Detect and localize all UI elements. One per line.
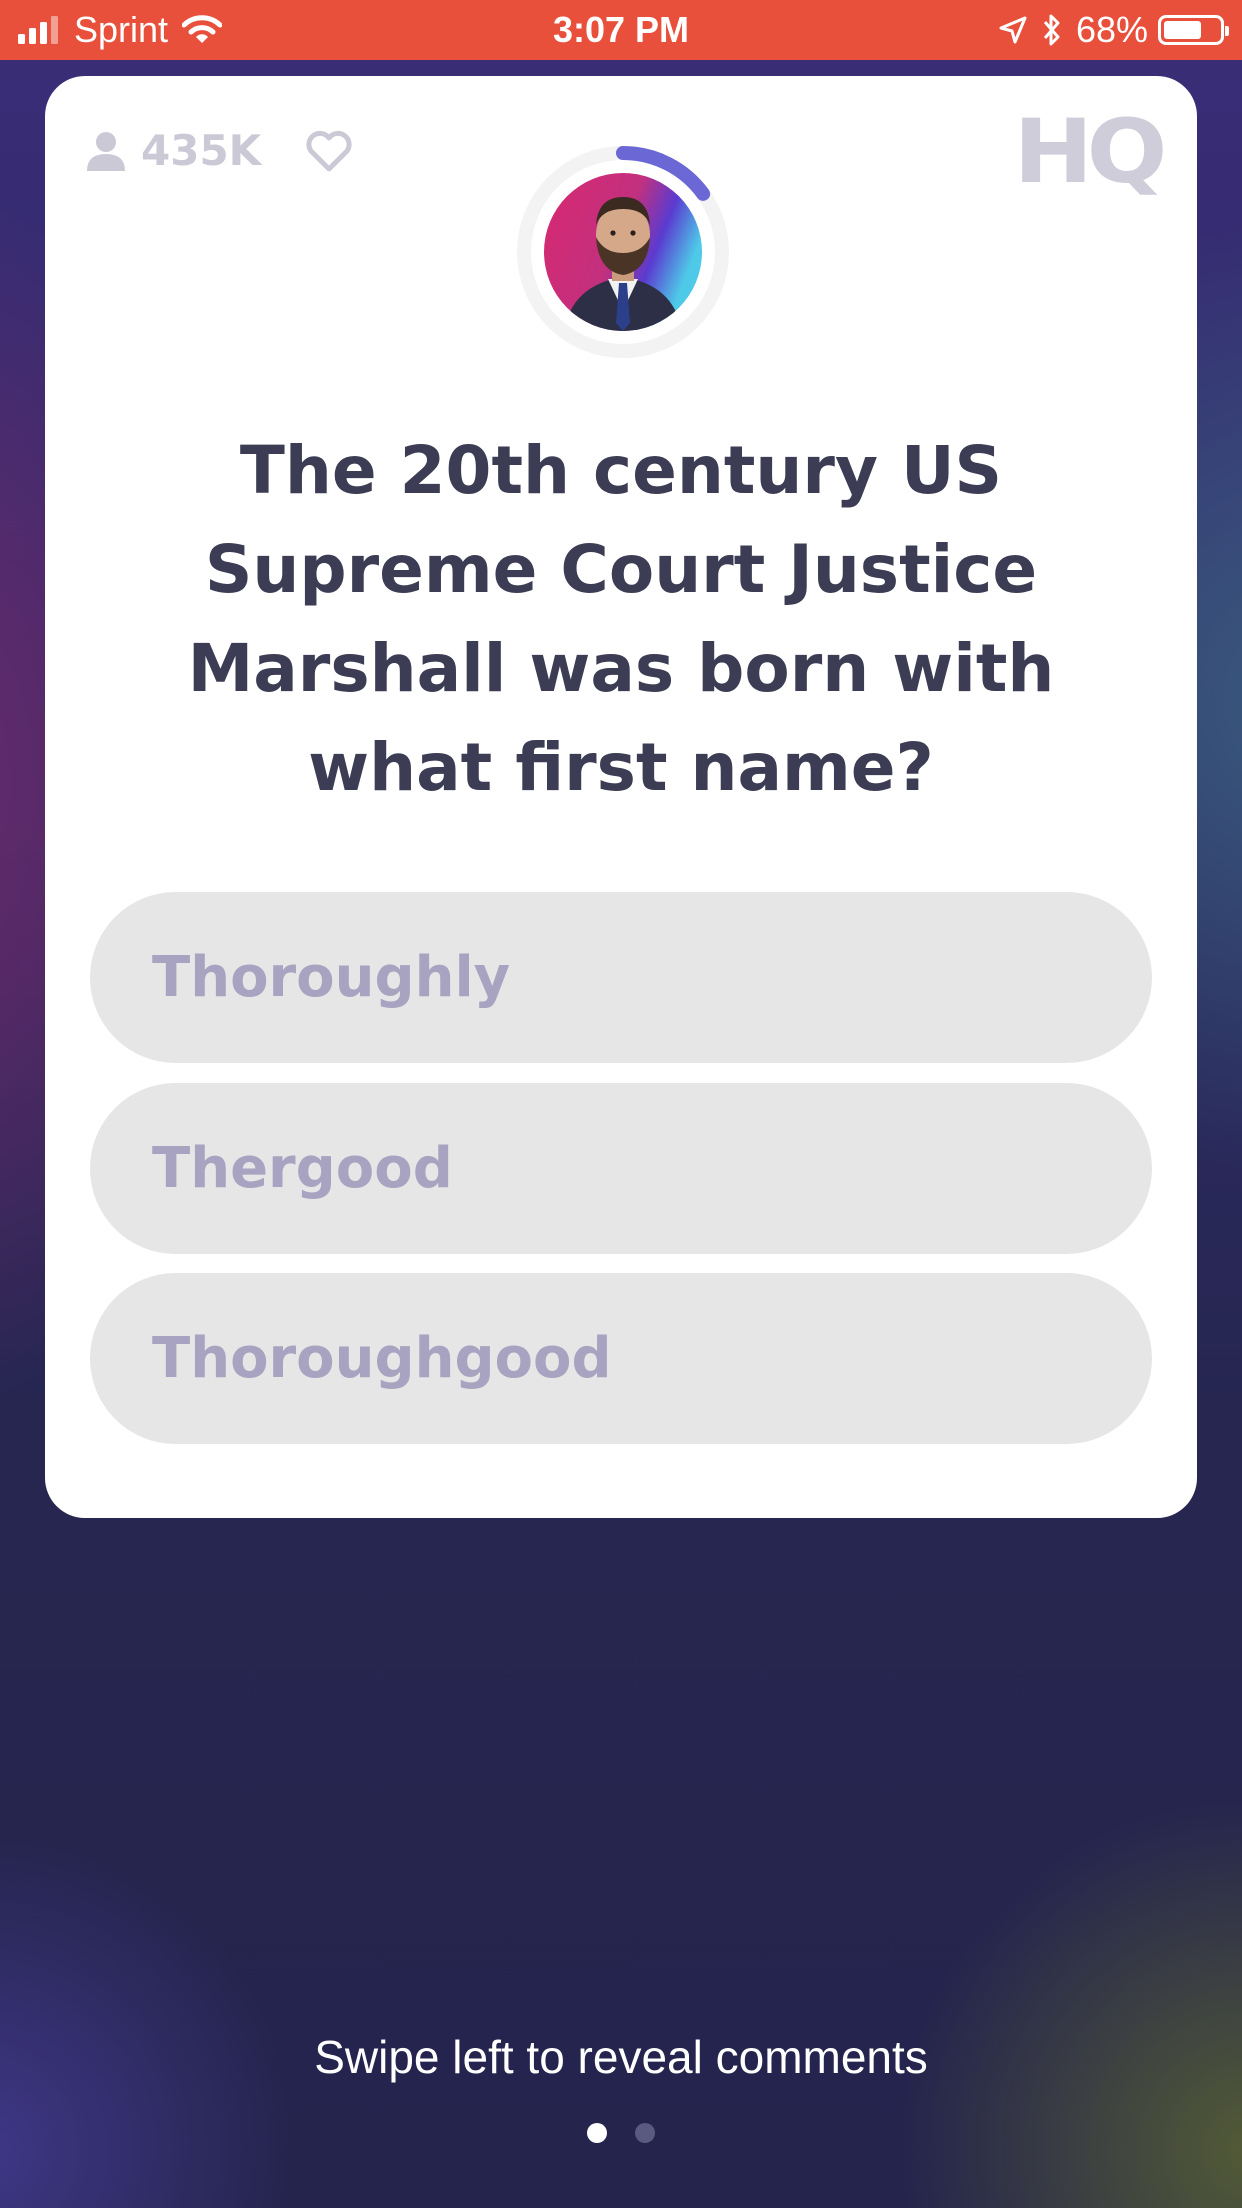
heart-icon[interactable]: [305, 130, 353, 172]
answer-option-1[interactable]: Thoroughly: [90, 892, 1152, 1063]
answer-option-2[interactable]: Thergood: [90, 1083, 1152, 1254]
page-indicator[interactable]: [0, 2123, 1242, 2143]
answer-option-3[interactable]: Thoroughgood: [90, 1273, 1152, 1444]
battery-icon: [1158, 15, 1229, 45]
host-avatar: [544, 173, 702, 331]
location-arrow-icon: [998, 15, 1028, 45]
person-icon: [87, 131, 125, 171]
status-bar: Sprint 3:07 PM 68%: [0, 0, 1242, 60]
hq-logo: HQ: [1013, 100, 1167, 203]
answer-label: Thergood: [152, 1136, 453, 1201]
viewer-count-label: 435K: [141, 126, 262, 175]
battery-fill: [1164, 21, 1201, 39]
viewer-count: 435K: [87, 126, 353, 175]
swipe-hint: Swipe left to reveal comments: [314, 2031, 928, 2083]
battery-percentage: 68%: [1075, 9, 1148, 50]
bluetooth-icon: [1042, 13, 1062, 47]
question-card: 435K HQ The 20th century US Supreme Cour…: [45, 76, 1197, 1518]
page-dot[interactable]: [587, 2123, 607, 2143]
page-dot[interactable]: [635, 2123, 655, 2143]
answer-label: Thoroughgood: [152, 1326, 612, 1391]
answer-label: Thoroughly: [152, 945, 511, 1010]
question-text: The 20th century US Supreme Court Justic…: [187, 432, 1055, 806]
